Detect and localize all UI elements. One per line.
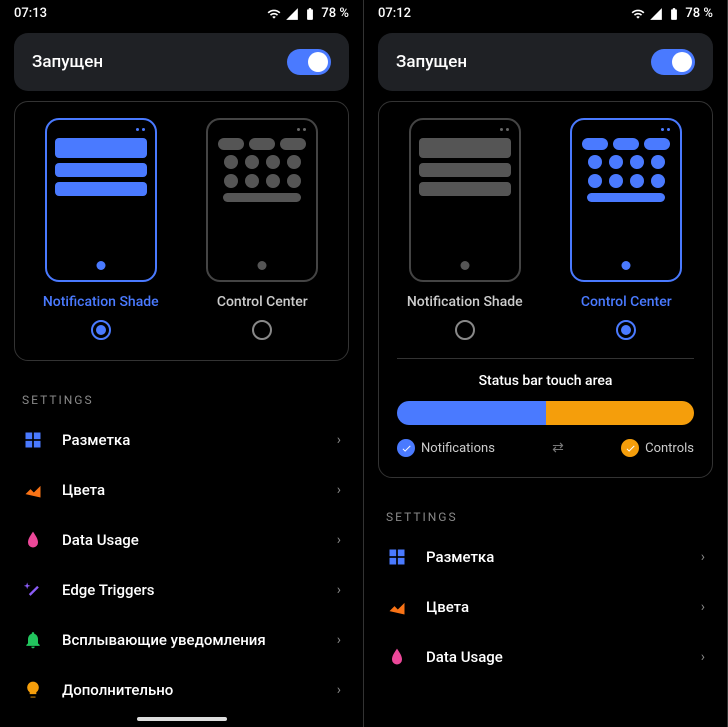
chevron-right-icon: › (701, 649, 705, 665)
signal-icon (285, 7, 299, 21)
list-item-label: Data Usage (426, 648, 683, 666)
list-item-label: Edge Triggers (62, 581, 319, 599)
chevron-right-icon: › (701, 549, 705, 565)
chevron-right-icon: › (337, 682, 341, 698)
mode-label: Notification Shade (43, 294, 159, 310)
touch-segment-controls (546, 401, 695, 425)
touch-area-legend: Notifications ⇄ Controls (397, 439, 694, 457)
section-header-settings: SETTINGS (364, 488, 727, 532)
divider (397, 358, 694, 359)
status-time: 07:12 (378, 6, 411, 21)
legend-label: Notifications (421, 441, 495, 456)
mode-radio[interactable] (91, 320, 111, 340)
list-item-label: Цвета (62, 481, 319, 499)
mode-control-center[interactable]: Control Center (551, 118, 703, 340)
nav-handle[interactable] (137, 717, 227, 721)
chevron-right-icon: › (337, 532, 341, 548)
flame-icon (386, 646, 408, 668)
section-header-settings: SETTINGS (0, 371, 363, 415)
check-icon (621, 439, 639, 457)
battery-percent: 78 % (685, 6, 713, 21)
list-item-label: Всплывающие уведомления (62, 631, 319, 649)
settings-item-layout[interactable]: Разметка › (0, 415, 363, 465)
settings-item-data-usage[interactable]: Data Usage › (0, 515, 363, 565)
phone-mock-notification (409, 118, 521, 282)
running-toggle[interactable] (287, 49, 331, 75)
mode-notification-shade[interactable]: Notification Shade (389, 118, 541, 340)
running-card: Запущен (378, 33, 713, 91)
wand-icon (22, 579, 44, 601)
status-bar: 07:13 78 % (0, 0, 363, 23)
flame-icon (22, 529, 44, 551)
battery-percent: 78 % (321, 6, 349, 21)
mode-selector-card: Notification Shade Control Center (14, 101, 349, 361)
mode-selector-card: Notification Shade Control Center (378, 101, 713, 478)
legend-controls[interactable]: Controls (621, 439, 694, 457)
running-toggle[interactable] (651, 49, 695, 75)
list-item-label: Дополнительно (62, 681, 319, 699)
screen-right: 07:12 78 % Запущен Notification Shade (364, 0, 728, 727)
legend-notifications[interactable]: Notifications (397, 439, 495, 457)
mode-notification-shade[interactable]: Notification Shade (25, 118, 177, 340)
layout-icon (386, 546, 408, 568)
bell-icon (22, 629, 44, 651)
chevron-right-icon: › (337, 582, 341, 598)
phone-mock-controlcenter (206, 118, 318, 282)
touch-area-title: Status bar touch area (389, 373, 702, 389)
settings-item-extras[interactable]: Дополнительно › (0, 665, 363, 715)
running-label: Запущен (396, 52, 467, 72)
list-item-label: Data Usage (62, 531, 319, 549)
settings-item-layout[interactable]: Разметка › (364, 532, 727, 582)
check-icon (397, 439, 415, 457)
settings-item-colors[interactable]: Цвета › (0, 465, 363, 515)
list-item-label: Цвета (426, 598, 683, 616)
list-item-label: Разметка (62, 431, 319, 449)
wifi-icon (267, 7, 281, 21)
touch-segment-notifications (397, 401, 546, 425)
legend-label: Controls (645, 441, 694, 456)
signal-icon (649, 7, 663, 21)
mode-radio[interactable] (252, 320, 272, 340)
battery-icon (303, 7, 317, 21)
running-card: Запущен (14, 33, 349, 91)
status-right: 78 % (631, 6, 713, 21)
phone-mock-notification (45, 118, 157, 282)
screen-left: 07:13 78 % Запущен Notification Shade (0, 0, 364, 727)
mode-label: Control Center (217, 294, 308, 310)
touch-area-bar[interactable] (397, 401, 694, 425)
settings-item-popup-notifications[interactable]: Всплывающие уведомления › (0, 615, 363, 665)
palette-icon (386, 596, 408, 618)
running-label: Запущен (32, 52, 103, 72)
mode-label: Control Center (581, 294, 672, 310)
chevron-right-icon: › (337, 482, 341, 498)
chevron-right-icon: › (701, 599, 705, 615)
settings-item-edge-triggers[interactable]: Edge Triggers › (0, 565, 363, 615)
settings-item-colors[interactable]: Цвета › (364, 582, 727, 632)
settings-item-data-usage[interactable]: Data Usage › (364, 632, 727, 682)
chevron-right-icon: › (337, 632, 341, 648)
mode-control-center[interactable]: Control Center (187, 118, 339, 340)
list-item-label: Разметка (426, 548, 683, 566)
status-right: 78 % (267, 6, 349, 21)
phone-mock-controlcenter (570, 118, 682, 282)
swap-icon[interactable]: ⇄ (552, 440, 564, 456)
chevron-right-icon: › (337, 432, 341, 448)
mode-radio[interactable] (455, 320, 475, 340)
battery-icon (667, 7, 681, 21)
status-time: 07:13 (14, 6, 47, 21)
layout-icon (22, 429, 44, 451)
mode-label: Notification Shade (407, 294, 523, 310)
palette-icon (22, 479, 44, 501)
mode-radio[interactable] (616, 320, 636, 340)
bulb-icon (22, 679, 44, 701)
wifi-icon (631, 7, 645, 21)
status-bar: 07:12 78 % (364, 0, 727, 23)
